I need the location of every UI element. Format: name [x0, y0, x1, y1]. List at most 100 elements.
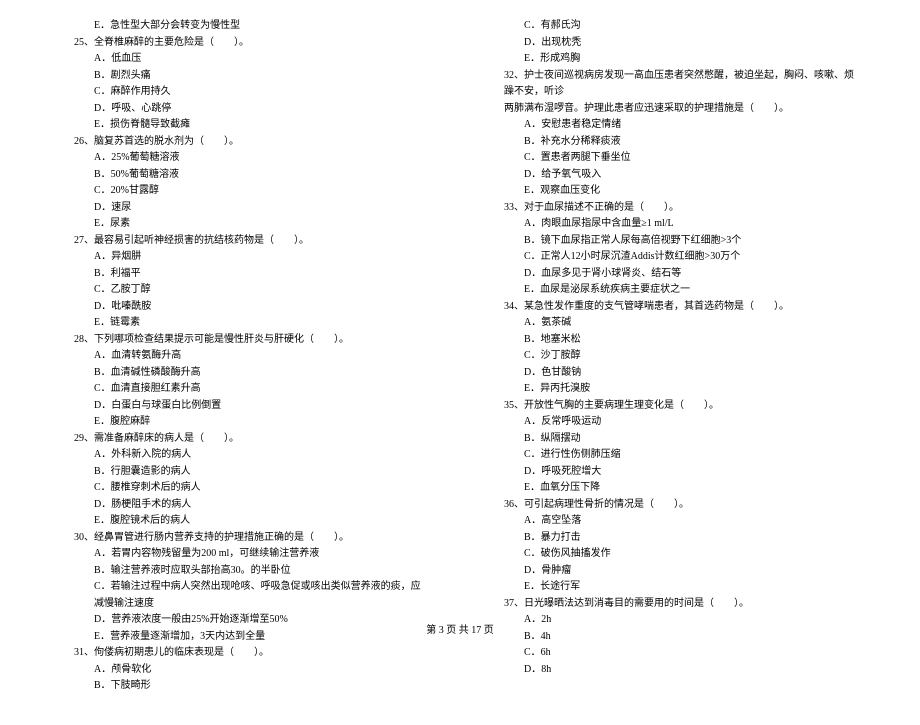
stem-text: 护士夜间巡视病房发现一高血压患者突然憋醒，被迫坐起，胸闷、咳嗽、烦躁不安，听诊: [504, 70, 854, 98]
question-stem: 25、全脊椎麻醉的主要危险是（ ）。: [60, 35, 430, 52]
question-number: 35、: [504, 400, 524, 411]
option: C．若输注过程中病人突然出现呛咳、呼吸急促或咳出类似营养液的痰，应减慢输注速度: [60, 579, 430, 612]
question-number: 30、: [74, 532, 94, 543]
option: D．肠梗阻手术的病人: [60, 497, 430, 514]
option: E．血氧分压下降: [490, 480, 860, 497]
option: C．腰椎穿刺术后的病人: [60, 480, 430, 497]
option: E．腹腔麻醉: [60, 414, 430, 431]
option: E．链霉素: [60, 315, 430, 332]
question-number: 28、: [74, 334, 94, 345]
question-number: 29、: [74, 433, 94, 444]
question-number: 33、: [504, 202, 524, 213]
option: A．氨茶碱: [490, 315, 860, 332]
option: A．反常呼吸运动: [490, 414, 860, 431]
option: B．利福平: [60, 266, 430, 283]
question-number: 36、: [504, 499, 524, 510]
question-stem: 35、开放性气胸的主要病理生理变化是（ ）。: [490, 398, 860, 415]
option: C．进行性伤侧肺压缩: [490, 447, 860, 464]
option: A．若胃内容物残留量为200 ml，可继续输注营养液: [60, 546, 430, 563]
question-stem: 31、佝偻病初期患儿的临床表现是（ ）。: [60, 645, 430, 662]
option: A．异烟肼: [60, 249, 430, 266]
option: B．下肢畸形: [60, 678, 430, 695]
option: E．血尿是泌尿系统疾病主要症状之一: [490, 282, 860, 299]
option: E．腹腔镜术后的病人: [60, 513, 430, 530]
question-number: 37、: [504, 598, 524, 609]
stem-text: 下列哪项检查结果提示可能是慢性肝炎与肝硬化（ ）。: [94, 334, 349, 345]
option: D．白蛋白与球蛋白比例倒置: [60, 398, 430, 415]
option: D．吡嗪酰胺: [60, 299, 430, 316]
question-number: 34、: [504, 301, 524, 312]
option: B．补充水分稀释痰液: [490, 134, 860, 151]
option: C．有郝氏沟: [490, 18, 860, 35]
option: A．外科新入院的病人: [60, 447, 430, 464]
option: E．长途行军: [490, 579, 860, 596]
question-number: 27、: [74, 235, 94, 246]
option: C．20%甘露醇: [60, 183, 430, 200]
option: A．低血压: [60, 51, 430, 68]
option: D．8h: [490, 662, 860, 679]
option: C．沙丁胺醇: [490, 348, 860, 365]
question-number: 32、: [504, 70, 524, 81]
option: C．6h: [490, 645, 860, 662]
option: B．血清碱性磷酸酶升高: [60, 365, 430, 382]
stem-text: 日光曝晒法达到消毒目的需要用的时间是（ ）。: [524, 598, 749, 609]
question-number: 25、: [74, 37, 94, 48]
stem-text: 某急性发作重度的支气管哮喘患者，其首选药物是（ ）。: [524, 301, 789, 312]
option: E．急性型大部分会转变为慢性型: [60, 18, 430, 35]
option: C．乙胺丁醇: [60, 282, 430, 299]
option: A．颅骨软化: [60, 662, 430, 679]
stem-text: 开放性气胸的主要病理生理变化是（ ）。: [524, 400, 719, 411]
option: E．尿素: [60, 216, 430, 233]
option: B．地塞米松: [490, 332, 860, 349]
option: B．镜下血尿指正常人尿每高倍视野下红细胞>3个: [490, 233, 860, 250]
question-stem: 33、对于血尿描述不正确的是（ ）。: [490, 200, 860, 217]
page-footer: 第 3 页 共 17 页: [0, 621, 920, 636]
question-stem: 26、脑复苏首选的脱水剂为（ ）。: [60, 134, 430, 151]
option: B．行胆囊造影的病人: [60, 464, 430, 481]
option: B．暴力打击: [490, 530, 860, 547]
option: C．破伤风抽搐发作: [490, 546, 860, 563]
option: D．呼吸死腔增大: [490, 464, 860, 481]
option: B．剧烈头痛: [60, 68, 430, 85]
stem-text: 对于血尿描述不正确的是（ ）。: [524, 202, 679, 213]
option: B．纵隔摆动: [490, 431, 860, 448]
left-column: E．急性型大部分会转变为慢性型 25、全脊椎麻醉的主要危险是（ ）。 A．低血压…: [60, 18, 430, 695]
option: D．血尿多见于肾小球肾炎、结石等: [490, 266, 860, 283]
option: A．安慰患者稳定情绪: [490, 117, 860, 134]
option: E．损伤脊髓导致截瘫: [60, 117, 430, 134]
option: A．血清转氨酶升高: [60, 348, 430, 365]
question-stem: 37、日光曝晒法达到消毒目的需要用的时间是（ ）。: [490, 596, 860, 613]
stem-text: 经鼻胃管进行肠内营养支持的护理措施正确的是（ ）。: [94, 532, 349, 543]
option: C．血清直接胆红素升高: [60, 381, 430, 398]
option: D．呼吸、心跳停: [60, 101, 430, 118]
option: B．输注营养液时应取头部抬高30。的半卧位: [60, 563, 430, 580]
option: C．麻醉作用持久: [60, 84, 430, 101]
option: E．形成鸡胸: [490, 51, 860, 68]
option: E．异丙托溴胺: [490, 381, 860, 398]
stem-text: 最容易引起听神经损害的抗结核药物是（ ）。: [94, 235, 309, 246]
stem-text: 全脊椎麻醉的主要危险是（ ）。: [94, 37, 249, 48]
stem-text: 需准备麻醉床的病人是（ ）。: [94, 433, 239, 444]
stem-continuation: 两肺满布湿啰音。护理此患者应迅速采取的护理措施是（ ）。: [490, 101, 860, 118]
question-stem: 29、需准备麻醉床的病人是（ ）。: [60, 431, 430, 448]
question-number: 31、: [74, 647, 94, 658]
question-stem: 32、护士夜间巡视病房发现一高血压患者突然憋醒，被迫坐起，胸闷、咳嗽、烦躁不安，…: [490, 68, 860, 101]
option: E．观察血压变化: [490, 183, 860, 200]
option: A．肉眼血尿指尿中含血量≥1 ml/L: [490, 216, 860, 233]
option: D．出现枕秃: [490, 35, 860, 52]
right-column: C．有郝氏沟 D．出现枕秃 E．形成鸡胸 32、护士夜间巡视病房发现一高血压患者…: [490, 18, 860, 695]
page-body: E．急性型大部分会转变为慢性型 25、全脊椎麻醉的主要危险是（ ）。 A．低血压…: [0, 0, 920, 725]
question-stem: 28、下列哪项检查结果提示可能是慢性肝炎与肝硬化（ ）。: [60, 332, 430, 349]
option: D．骨肿瘤: [490, 563, 860, 580]
option: A．25%葡萄糖溶液: [60, 150, 430, 167]
question-stem: 34、某急性发作重度的支气管哮喘患者，其首选药物是（ ）。: [490, 299, 860, 316]
option: D．色甘酸钠: [490, 365, 860, 382]
stem-text: 可引起病理性骨折的情况是（ ）。: [524, 499, 689, 510]
question-stem: 27、最容易引起听神经损害的抗结核药物是（ ）。: [60, 233, 430, 250]
option: C．置患者两腿下垂坐位: [490, 150, 860, 167]
option: B．50%葡萄糖溶液: [60, 167, 430, 184]
option: C．正常人12小时尿沉渣Addis计数红细胞>30万个: [490, 249, 860, 266]
question-stem: 30、经鼻胃管进行肠内营养支持的护理措施正确的是（ ）。: [60, 530, 430, 547]
stem-text: 佝偻病初期患儿的临床表现是（ ）。: [94, 647, 269, 658]
option: D．速尿: [60, 200, 430, 217]
